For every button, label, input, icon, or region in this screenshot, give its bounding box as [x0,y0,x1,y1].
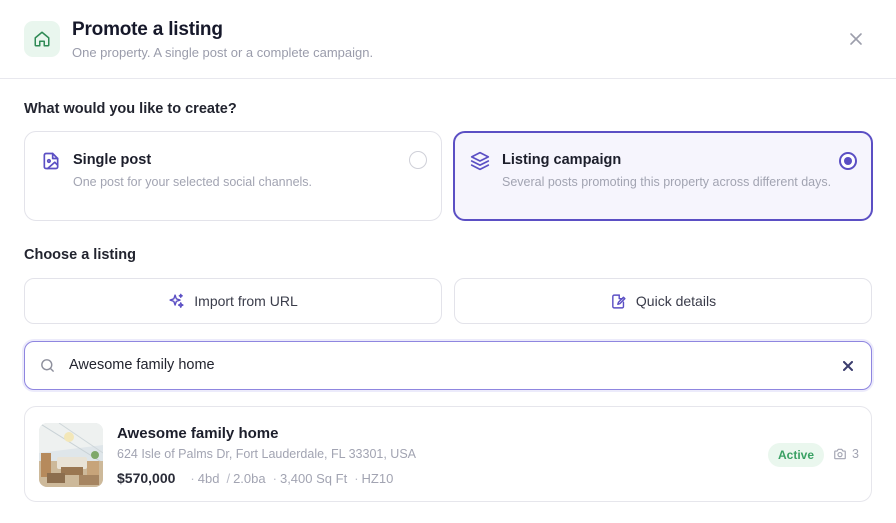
home-icon [24,21,60,57]
layers-icon [470,151,490,171]
listing-title: Awesome family home [117,425,279,442]
listing-section-label: Choose a listing [24,247,136,263]
clear-icon [843,361,853,371]
clear-search-button[interactable] [839,357,857,375]
option-listing-campaign[interactable]: Listing campaign Several posts promoting… [453,131,873,221]
listing-code: HZ10 [361,471,394,486]
search-input[interactable] [69,352,809,378]
listing-address: 624 Isle of Palms Dr, Fort Lauderdale, F… [117,447,416,461]
close-icon [850,33,862,45]
listing-thumbnail [39,423,103,487]
listing-area: 3,400 Sq Ft [279,471,348,486]
listing-baths: 2.0ba [233,471,266,486]
listing-meta: $570,000 · 4bd / 2.0ba · 3,400 Sq Ft · H… [117,470,394,486]
option-title: Single post [73,152,152,168]
promote-listing-dialog: Promote a listing One property. A single… [0,0,896,523]
listing-beds: 4bd [197,471,220,486]
option-description: One post for your selected social channe… [73,175,313,189]
create-section-label: What would you like to create? [24,101,237,117]
dialog-title: Promote a listing [72,19,223,40]
close-button[interactable] [844,27,868,51]
camera-icon [834,448,846,460]
import-from-url-button[interactable]: Import from URL [24,278,442,324]
search-icon [41,359,54,372]
import-from-url-label: Import from URL [194,293,298,309]
quick-details-button[interactable]: Quick details [454,278,872,324]
sparkles-icon [169,293,184,308]
listing-result-card[interactable]: Awesome family home 624 Isle of Palms Dr… [24,406,872,502]
dialog-subtitle: One property. A single post or a complet… [72,45,374,60]
dialog-header: Promote a listing One property. A single… [0,0,896,79]
listing-campaign-radio[interactable] [839,152,857,170]
photo-count: 3 [833,447,859,461]
edit-document-icon [612,293,626,309]
listing-search-box [24,341,872,390]
option-single-post[interactable]: Single post One post for your selected s… [24,131,442,221]
image-post-icon [43,152,59,170]
quick-details-label: Quick details [635,293,717,309]
option-title: Listing campaign [502,152,622,168]
status-badge: Active [768,443,825,467]
photo-count-value: 3 [852,447,859,461]
listing-price: $570,000 [117,470,176,486]
option-description: Several posts promoting this property ac… [502,175,832,189]
single-post-radio[interactable] [409,151,427,169]
